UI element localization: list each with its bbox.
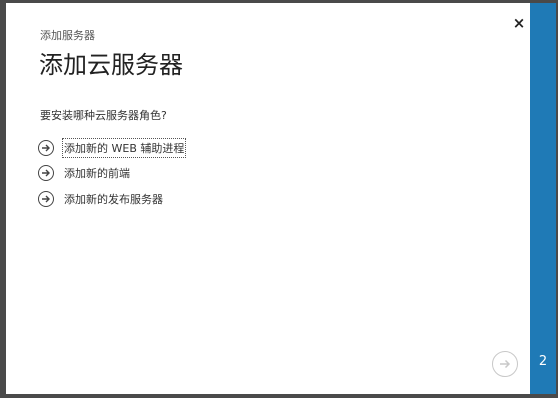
page-title: 添加云服务器 <box>39 51 183 79</box>
option-add-front-end[interactable]: 添加新的前端 <box>38 164 130 182</box>
add-server-dialog: × 添加服务器 添加云服务器 要安装哪种云服务器角色? 添加新的 WEB 辅助进… <box>6 3 530 394</box>
wizard-side-strip <box>530 3 556 394</box>
arrow-right-circle-icon <box>38 165 54 181</box>
arrow-right-circle-icon <box>38 140 54 156</box>
role-question: 要安装哪种云服务器角色? <box>40 109 167 122</box>
close-button[interactable]: × <box>511 14 527 32</box>
breadcrumb: 添加服务器 <box>40 29 95 42</box>
step-number: 2 <box>538 354 548 369</box>
option-add-web-worker[interactable]: 添加新的 WEB 辅助进程 <box>38 138 187 158</box>
arrow-right-circle-icon <box>38 191 54 207</box>
next-button[interactable] <box>492 351 518 377</box>
option-add-publisher[interactable]: 添加新的发布服务器 <box>38 190 163 208</box>
option-label: 添加新的前端 <box>64 167 130 180</box>
option-label: 添加新的发布服务器 <box>64 193 163 206</box>
arrow-right-circle-icon <box>500 359 511 369</box>
option-label: 添加新的 WEB 辅助进程 <box>61 138 187 158</box>
